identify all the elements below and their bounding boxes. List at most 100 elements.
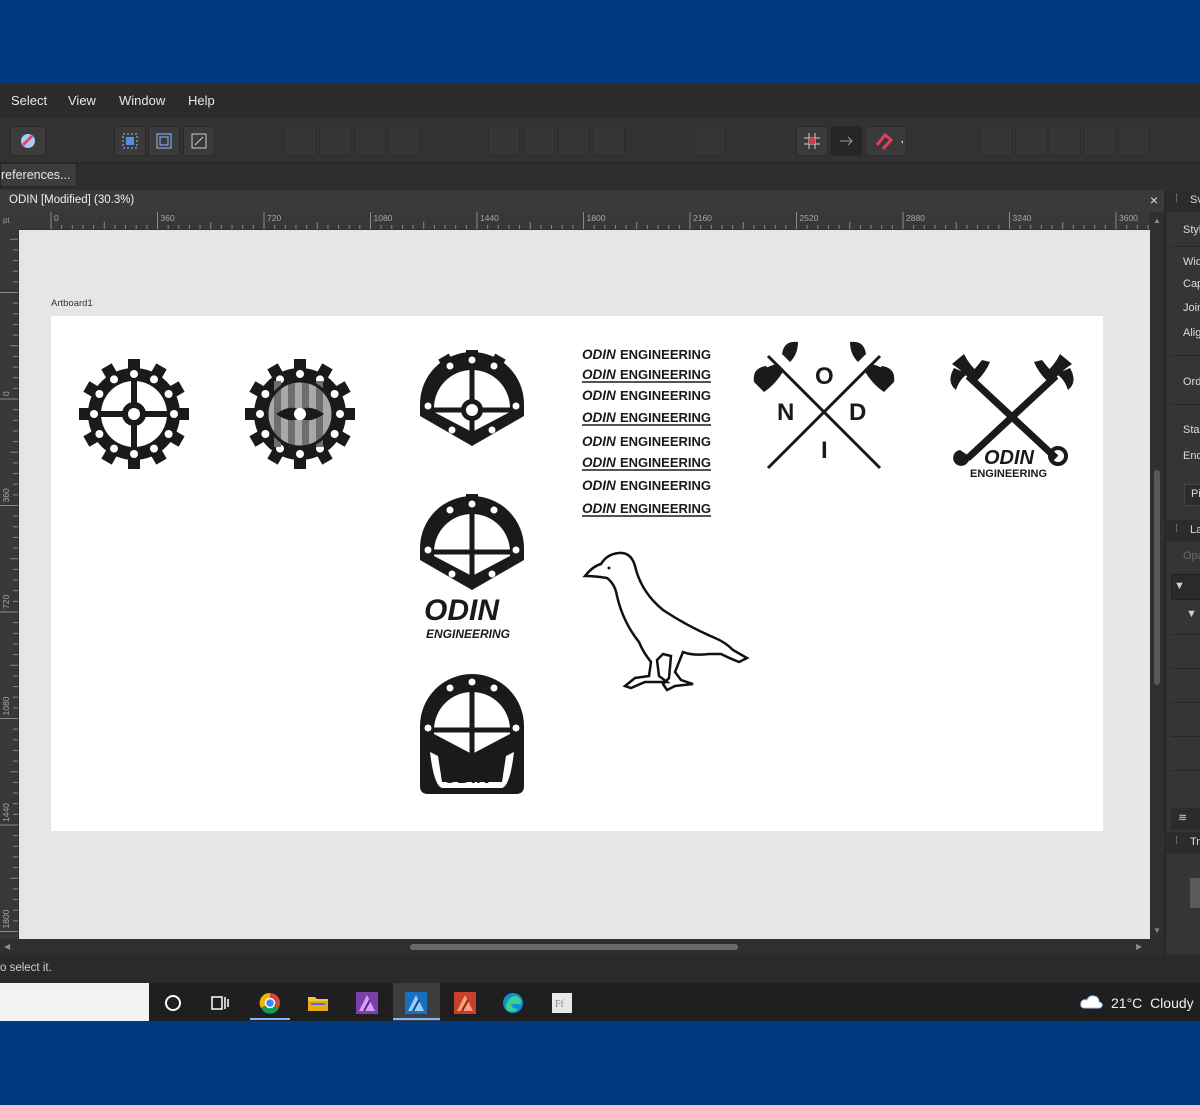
layers-stack-icon[interactable]: ≋: [1178, 811, 1187, 824]
vertical-scrollbar[interactable]: ▲ ▼: [1150, 212, 1164, 939]
document-title: ODIN [Modified] (30.3%): [9, 194, 135, 206]
wordmark-variations[interactable]: ODIN ENGINEERING ODIN ENGINEERING ODIN ENGINE…: [582, 347, 711, 517]
select-frame-icon: [122, 133, 138, 149]
arrange-back-button[interactable]: [388, 126, 420, 156]
transform-button[interactable]: [183, 126, 215, 156]
menu-window[interactable]: Window: [119, 93, 165, 108]
ruler-label: 2880: [906, 213, 925, 223]
wordmark-engineering: ENGINEERING: [620, 388, 711, 403]
canvas-area[interactable]: Artboard1 ODIN ENGINEERING ODIN ENGINEER…: [19, 230, 1150, 939]
boolean-intersect-button[interactable]: [1049, 126, 1081, 156]
menu-help[interactable]: Help: [188, 93, 215, 108]
cortana-icon[interactable]: [162, 992, 184, 1014]
document-tab[interactable]: ODIN [Modified] (30.3%) ×: [0, 190, 1164, 213]
gear-logo-1[interactable]: [79, 359, 189, 469]
ruler-unit: pt: [3, 216, 10, 225]
wordmark-engineering: ENGINEERING: [620, 367, 711, 382]
taskbar-search-box[interactable]: [0, 983, 149, 1021]
vertical-ruler-ticks: 0 360 720 1080 1440 1800: [0, 238, 18, 932]
scroll-up-icon[interactable]: ▲: [1153, 216, 1161, 225]
persona-button[interactable]: [10, 126, 46, 156]
raven-outline[interactable]: [582, 551, 750, 692]
wordmark-odin: ODIN: [582, 501, 616, 516]
select-all-button[interactable]: [114, 126, 146, 156]
engineering-subtitle: ENGINEERING: [426, 627, 510, 641]
menu-select[interactable]: Select: [11, 93, 47, 108]
ruler-label: 2520: [800, 213, 819, 223]
menu-view[interactable]: View: [68, 93, 96, 108]
scroll-right-icon[interactable]: ▶: [1136, 942, 1142, 951]
flip-horizontal-button[interactable]: [488, 126, 520, 156]
style-label: Styl: [1183, 224, 1200, 236]
file-explorer-icon[interactable]: [307, 992, 329, 1014]
affinity-photo-icon[interactable]: [356, 992, 378, 1014]
affinity-designer-window: Select View Window Help references... OD…: [0, 84, 1200, 1021]
affinity-designer-icon[interactable]: [405, 992, 427, 1014]
start-label: Star: [1183, 424, 1200, 436]
ruler-corner[interactable]: pt: [0, 212, 18, 229]
wordmark-engineering: ENGINEERING: [620, 478, 711, 493]
snap-arrow-icon: [840, 136, 853, 146]
axe-letter-n: N: [777, 399, 794, 426]
gear-helmet-badge-logo[interactable]: ODIN ENGINEERING: [420, 674, 524, 795]
horizontal-scroll-thumb[interactable]: [410, 944, 738, 950]
ruler-label: 2160: [693, 213, 712, 223]
stroke-panel-tab[interactable]: Sv: [1190, 194, 1200, 206]
font-app-icon[interactable]: Ff: [551, 992, 573, 1014]
panel-grip-icon[interactable]: ⁞: [1175, 193, 1178, 205]
select-inverse-button[interactable]: [148, 126, 180, 156]
transform-anchor-widget[interactable]: [1190, 878, 1200, 908]
horizontal-scrollbar[interactable]: ◀ ▶: [0, 939, 1150, 955]
affinity-publisher-icon[interactable]: [454, 992, 476, 1014]
gear-helmet-logo-1[interactable]: [420, 350, 524, 446]
magnet-icon: [875, 132, 903, 150]
horizontal-ruler[interactable]: 0 360 720 1080 1440 1800 2160 2520 2880 3240 3600: [18, 212, 1150, 229]
task-view-icon[interactable]: [209, 992, 231, 1014]
wordmark-odin: ODIN: [582, 347, 616, 362]
scroll-down-icon[interactable]: ▼: [1153, 926, 1161, 935]
rotate-right-button[interactable]: [593, 126, 625, 156]
boolean-subtract-button[interactable]: [1015, 126, 1047, 156]
snap-grid-button[interactable]: [796, 126, 828, 156]
axes-wrench-logo[interactable]: ODIN ENGINEERING: [950, 354, 1074, 480]
cloud-weather-icon[interactable]: [1080, 994, 1104, 1010]
boolean-divide-button[interactable]: [1118, 126, 1150, 156]
grid-icon: [804, 133, 820, 149]
arrange-backward-button[interactable]: [354, 126, 386, 156]
snapping-button[interactable]: [865, 126, 907, 156]
flip-vertical-button[interactable]: [523, 126, 555, 156]
artboard[interactable]: ODIN ENGINEERING ODIN ENGINEERING ODIN EN…: [51, 316, 1103, 831]
pressure-button[interactable]: Pi: [1191, 488, 1200, 500]
arrange-forward-button[interactable]: [319, 126, 351, 156]
arrange-front-button[interactable]: [284, 126, 316, 156]
sublayer-expand-icon[interactable]: ▼: [1186, 608, 1197, 620]
artboard-label[interactable]: Artboard1: [51, 298, 93, 309]
gear-odin-logo[interactable]: ODIN ENGINEERING: [420, 494, 524, 641]
wordmark-odin: ODIN: [582, 367, 616, 382]
scroll-left-icon[interactable]: ◀: [4, 942, 10, 951]
boolean-add-button[interactable]: [980, 126, 1012, 156]
vertical-scroll-thumb[interactable]: [1154, 470, 1160, 685]
gear-shield-logo[interactable]: [245, 359, 355, 469]
snap-options-button[interactable]: [830, 126, 862, 156]
rotate-left-button[interactable]: [558, 126, 590, 156]
ruler-label: 0: [1, 391, 11, 396]
align-button[interactable]: [694, 126, 726, 156]
weather-temperature: 21°C: [1111, 995, 1143, 1011]
ruler-label: 1080: [374, 213, 393, 223]
boolean-xor-button[interactable]: [1084, 126, 1116, 156]
edge-icon[interactable]: [502, 992, 524, 1014]
close-document-icon[interactable]: ×: [1150, 192, 1158, 208]
ruler-label: 1440: [1, 803, 11, 822]
context-toolbar: references...: [0, 163, 1200, 189]
wordmark-engineering: ENGINEERING: [620, 410, 711, 425]
weather-text[interactable]: 21°C Cloudy: [1111, 995, 1194, 1011]
vertical-ruler[interactable]: 0 360 720 1080 1440 1800: [0, 229, 18, 939]
layer-expand-icon[interactable]: ▼: [1174, 580, 1185, 592]
chrome-icon[interactable]: [259, 992, 281, 1014]
layers-panel-tab[interactable]: La: [1190, 524, 1200, 536]
preferences-button[interactable]: references...: [0, 163, 78, 187]
axe-letter-i: I: [821, 437, 828, 464]
transform-panel-tab[interactable]: Tr: [1190, 836, 1200, 848]
crossed-axes-logo[interactable]: O N D I: [753, 341, 895, 470]
